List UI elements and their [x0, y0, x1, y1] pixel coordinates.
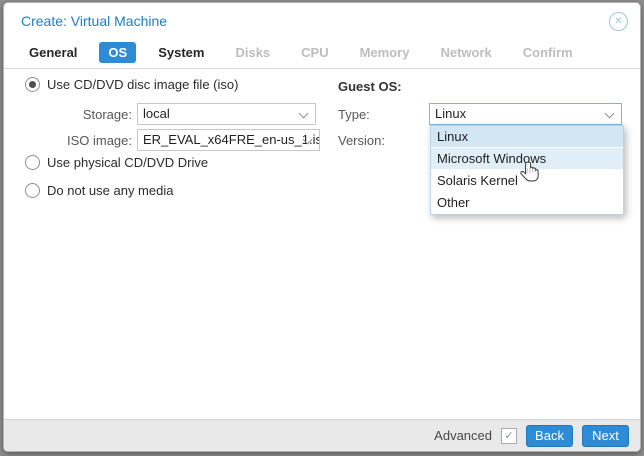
tab-os[interactable]: OS: [99, 42, 136, 63]
radio-option-iso[interactable]: Use CD/DVD disc image file (iso): [25, 77, 238, 92]
chevron-down-icon[interactable]: [605, 109, 615, 119]
radio-option-nomedia[interactable]: Do not use any media: [25, 183, 173, 198]
radio-option-physical-label: Use physical CD/DVD Drive: [47, 155, 208, 170]
close-icon[interactable]: ✕: [609, 12, 628, 31]
create-vm-dialog: Create: Virtual Machine ✕ General OS Sys…: [3, 2, 641, 452]
dropdown-item-microsoft-windows[interactable]: Microsoft Windows: [431, 148, 623, 170]
radio-icon-selected[interactable]: [25, 77, 40, 92]
dropdown-item-linux[interactable]: Linux: [431, 126, 623, 148]
dialog-footer: Advanced ✓ Back Next: [4, 419, 640, 451]
tab-divider: [4, 68, 640, 69]
version-label: Version:: [338, 133, 385, 148]
dropdown-item-solaris-kernel[interactable]: Solaris Kernel: [431, 170, 623, 192]
iso-image-select-value: ER_EVAL_x64FRE_en-us_1.iso: [143, 132, 320, 147]
storage-select-value: local: [143, 106, 170, 121]
advanced-label: Advanced: [434, 428, 492, 443]
iso-image-select[interactable]: ER_EVAL_x64FRE_en-us_1.iso: [137, 129, 320, 151]
back-button[interactable]: Back: [526, 425, 573, 447]
type-dropdown-list: Linux Microsoft Windows Solaris Kernel O…: [430, 125, 624, 215]
tab-network: Network: [431, 42, 500, 63]
wizard-tabbar: General OS System Disks CPU Memory Netwo…: [20, 41, 582, 63]
dialog-title: Create: Virtual Machine: [21, 13, 167, 29]
type-select[interactable]: Linux: [429, 103, 622, 125]
radio-option-iso-label: Use CD/DVD disc image file (iso): [47, 77, 238, 92]
storage-select[interactable]: local: [137, 103, 316, 125]
type-label: Type:: [338, 107, 370, 122]
dropdown-item-other[interactable]: Other: [431, 192, 623, 214]
tab-confirm: Confirm: [514, 42, 582, 63]
tab-cpu: CPU: [292, 42, 337, 63]
tab-general[interactable]: General: [20, 42, 86, 63]
radio-option-nomedia-label: Do not use any media: [47, 183, 173, 198]
type-select-value: Linux: [435, 106, 466, 121]
guest-os-heading: Guest OS:: [338, 79, 402, 94]
tab-disks: Disks: [226, 42, 279, 63]
iso-image-label: ISO image:: [22, 133, 132, 148]
radio-icon[interactable]: [25, 155, 40, 170]
chevron-down-icon[interactable]: [299, 109, 309, 119]
radio-option-physical[interactable]: Use physical CD/DVD Drive: [25, 155, 208, 170]
radio-icon[interactable]: [25, 183, 40, 198]
next-button[interactable]: Next: [582, 425, 629, 447]
storage-label: Storage:: [22, 107, 132, 122]
tab-system[interactable]: System: [149, 42, 213, 63]
screen: Create: Virtual Machine ✕ General OS Sys…: [0, 0, 644, 456]
advanced-checkbox[interactable]: ✓: [501, 428, 517, 444]
tab-memory: Memory: [351, 42, 419, 63]
